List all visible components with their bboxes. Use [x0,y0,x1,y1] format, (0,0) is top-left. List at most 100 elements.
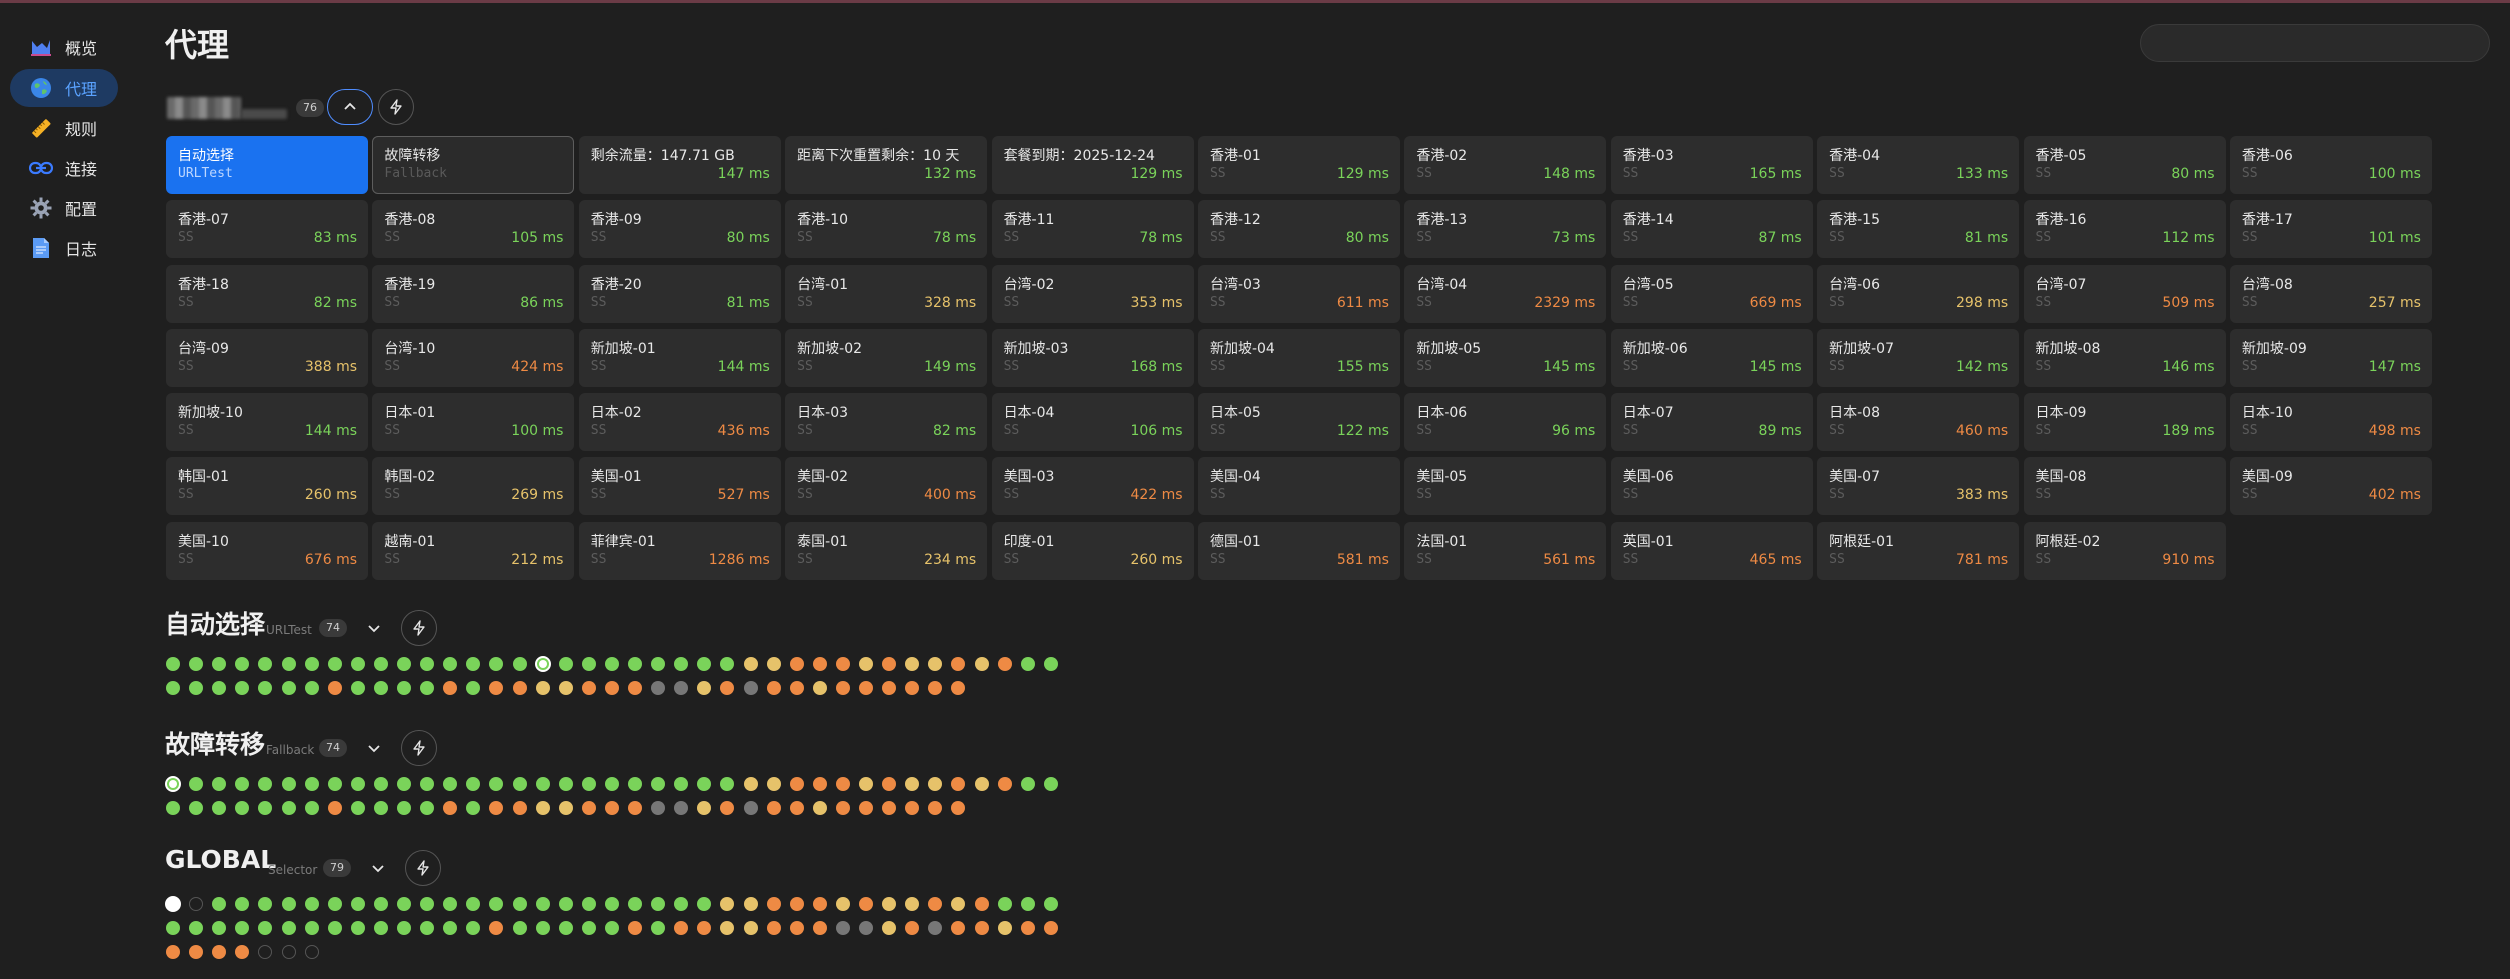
proxy-dot[interactable] [651,921,666,935]
proxy-dot[interactable] [420,897,435,911]
proxy-dot[interactable] [212,945,227,959]
proxy-dot[interactable] [420,777,435,791]
proxy-card[interactable]: 故障转移 Fallback [372,136,575,194]
sidebar-item-connections[interactable]: 连接 [10,149,118,187]
sidebar-item-config[interactable]: 配置 [10,189,118,227]
proxy-dot[interactable] [258,801,273,815]
proxy-dot[interactable] [489,657,504,671]
proxy-dot[interactable] [882,897,897,911]
proxy-dot[interactable] [766,921,781,935]
proxy-dot[interactable] [859,921,873,935]
proxy-dot[interactable] [420,801,435,815]
proxy-dot[interactable] [373,681,388,695]
proxy-dot[interactable] [812,777,827,791]
proxy-card[interactable]: 美国-07 SS 383 ms [1817,457,2020,516]
proxy-card[interactable]: 香港-20 SS 81 ms [578,264,781,323]
proxy-dot[interactable] [997,777,1012,791]
proxy-dot[interactable] [212,801,227,815]
proxy-dot[interactable] [166,801,180,815]
proxy-dot[interactable] [812,681,827,695]
proxy-dot[interactable] [397,801,411,815]
proxy-dot[interactable] [674,657,689,671]
proxy-card[interactable]: 新加坡-05 SS 145 ms [1404,328,1607,387]
chevron-down-icon[interactable] [363,617,385,639]
proxy-card[interactable]: 新加坡-01 SS 144 ms [578,328,781,387]
proxy-dot[interactable] [928,921,943,935]
proxy-dot[interactable] [951,897,966,911]
proxy-dot[interactable] [604,921,619,935]
proxy-card[interactable]: 自动选择 URLTest [166,136,368,194]
proxy-dot[interactable] [212,777,227,791]
sidebar-item-proxy[interactable]: 代理 [10,69,118,107]
proxy-dot[interactable] [1043,921,1058,935]
proxy-dot[interactable] [766,897,781,911]
proxy-dot[interactable] [466,921,481,935]
proxy-card[interactable]: 阿根廷-01 SS 781 ms [1817,521,2020,580]
proxy-dot[interactable] [581,657,596,671]
proxy-dot[interactable] [235,921,250,935]
sidebar-item-overview[interactable]: 概览 [10,28,118,66]
proxy-dot[interactable] [604,801,619,815]
proxy-dot[interactable] [443,777,458,791]
proxy-dot[interactable] [882,657,897,671]
proxy-dot[interactable] [743,777,758,791]
proxy-dot[interactable] [420,921,435,935]
proxy-card[interactable]: 德国-01 SS 581 ms [1197,521,1400,580]
proxy-card[interactable]: 越南-01 SS 212 ms [372,521,575,580]
sidebar-item-rules[interactable]: 规则 [10,109,118,147]
proxy-dot[interactable] [1043,777,1058,791]
proxy-card[interactable]: 美国-04 SS [1197,457,1400,516]
proxy-dot[interactable] [166,657,180,671]
proxy-dot[interactable] [859,897,873,911]
proxy-dot[interactable] [1043,657,1058,671]
proxy-dot[interactable] [905,681,920,695]
proxy-dot[interactable] [743,921,758,935]
proxy-card[interactable]: 台湾-02 SS 353 ms [991,264,1194,323]
proxy-card[interactable]: 新加坡-03 SS 168 ms [991,328,1194,387]
proxy-dot[interactable] [882,681,897,695]
proxy-card[interactable]: 台湾-10 SS 424 ms [372,328,575,387]
proxy-dot[interactable] [235,681,250,695]
proxy-dot[interactable] [697,777,712,791]
proxy-dot[interactable] [235,657,250,671]
proxy-dot[interactable] [189,801,204,815]
proxy-dot[interactable] [604,657,619,671]
proxy-dot[interactable] [743,897,758,911]
proxy-card[interactable]: 香港-10 SS 78 ms [785,200,988,259]
proxy-dot[interactable] [835,921,850,935]
proxy-dot[interactable] [397,897,411,911]
proxy-card[interactable]: 美国-01 SS 527 ms [578,457,781,516]
proxy-dot[interactable] [327,801,342,815]
proxy-dot[interactable] [859,657,873,671]
proxy-card[interactable]: 香港-09 SS 80 ms [578,200,781,259]
proxy-dot[interactable] [789,921,804,935]
proxy-dot[interactable] [951,681,966,695]
proxy-dot[interactable] [397,681,411,695]
proxy-card[interactable]: 套餐到期：2025-12-24 129 ms [991,136,1194,194]
proxy-dot[interactable] [1020,897,1035,911]
proxy-dot[interactable] [835,897,850,911]
proxy-card[interactable]: 印度-01 SS 260 ms [991,521,1194,580]
proxy-dot[interactable] [974,777,989,791]
proxy-dot[interactable] [651,777,666,791]
proxy-card[interactable]: 香港-14 SS 87 ms [1610,200,1813,259]
proxy-dot[interactable] [489,921,504,935]
proxy-dot[interactable] [581,921,596,935]
proxy-dot[interactable] [789,801,804,815]
proxy-dot[interactable] [189,945,204,959]
proxy-dot[interactable] [905,777,920,791]
proxy-dot[interactable] [928,777,943,791]
proxy-dot[interactable] [166,921,180,935]
proxy-dot[interactable] [928,681,943,695]
proxy-dot[interactable] [327,657,342,671]
proxy-card[interactable]: 日本-08 SS 460 ms [1817,393,2020,452]
proxy-dot[interactable] [535,681,550,695]
proxy-dot[interactable] [350,801,365,815]
proxy-card[interactable]: 香港-13 SS 73 ms [1404,200,1607,259]
proxy-dot[interactable] [350,921,365,935]
proxy-dot[interactable] [951,777,966,791]
proxy-card[interactable]: 新加坡-07 SS 142 ms [1817,328,2020,387]
proxy-card[interactable]: 新加坡-09 SS 147 ms [2229,328,2432,387]
latency-test-button[interactable] [405,850,441,886]
proxy-card[interactable]: 法国-01 SS 561 ms [1404,521,1607,580]
